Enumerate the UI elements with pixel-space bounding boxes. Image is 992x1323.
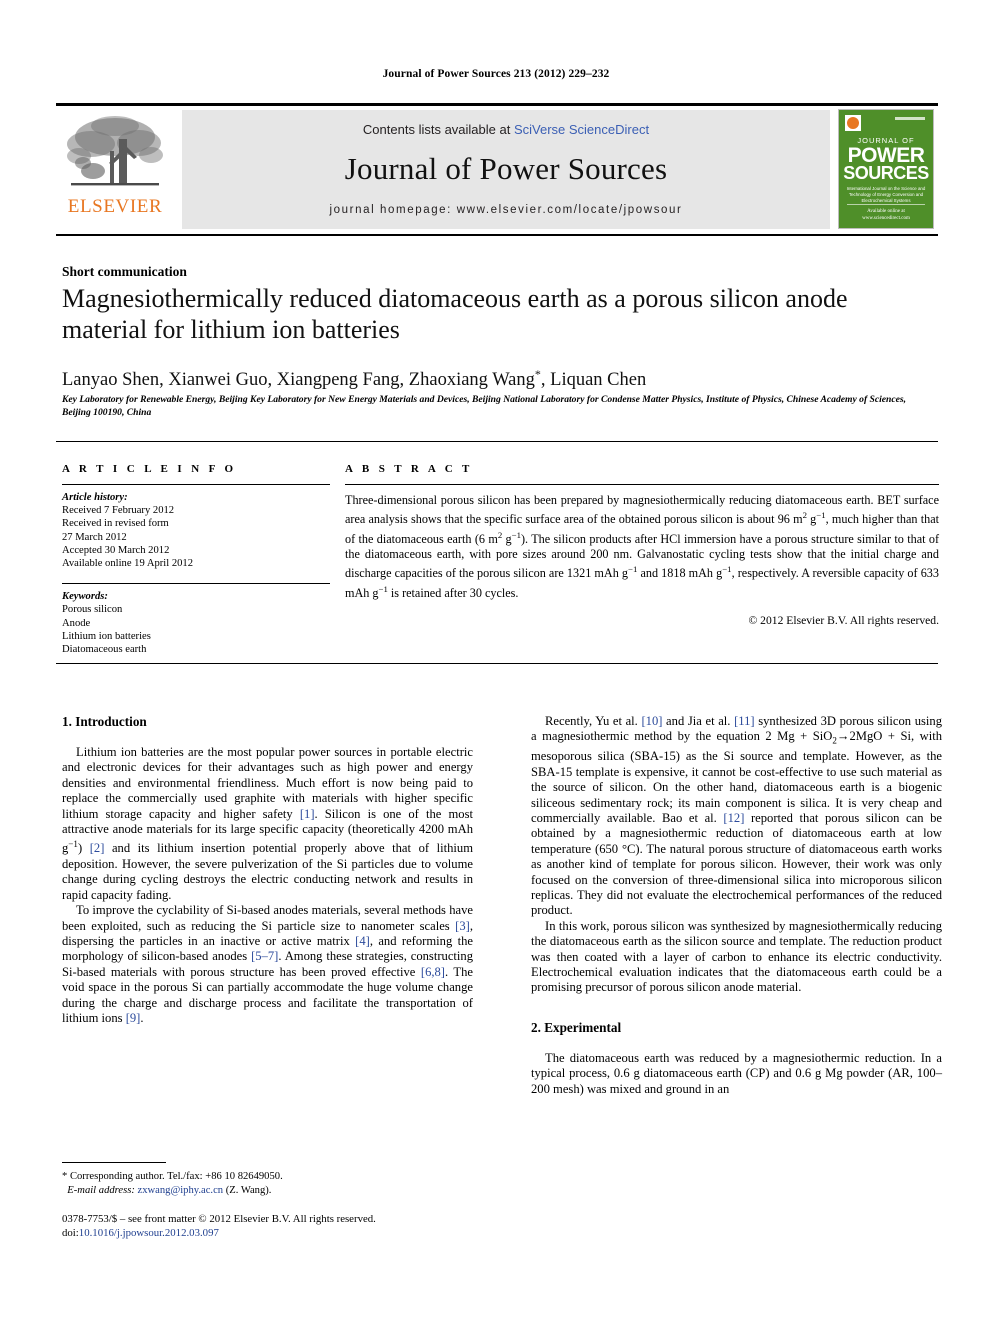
article-info-block: A R T I C L E I N F O Article history: R… <box>62 463 330 656</box>
keyword-item: Lithium ion batteries <box>62 630 151 642</box>
history-item: Received 7 February 2012 <box>62 505 175 517</box>
cover-word-sources: SOURCES <box>843 163 929 183</box>
keyword-item: Porous silicon <box>62 604 123 616</box>
journal-masthead: ELSEVIER Contents lists available at Sci… <box>56 103 938 235</box>
keywords-label: Keywords: <box>62 591 108 603</box>
article-info-rule <box>62 484 330 485</box>
cover-subtitle: International Journal on the Science and… <box>846 186 926 203</box>
article-category: Short communication <box>62 264 187 279</box>
body-column-right: Recently, Yu et al. [10] and Jia et al. … <box>531 714 942 1097</box>
author-names: Lanyao Shen, Xianwei Guo, Xiangpeng Fang… <box>62 370 535 391</box>
footnote-block: * Corresponding author. Tel./fax: +86 10… <box>62 1170 482 1198</box>
contents-prefix: Contents lists available at <box>362 122 514 137</box>
author-names-tail: , Liquan Chen <box>540 370 647 391</box>
article-history-label: Article history: <box>62 492 128 503</box>
journal-homepage-line[interactable]: journal homepage: www.elsevier.com/locat… <box>330 204 683 216</box>
journal-cover-image: JOURNAL OF POWER SOURCES International J… <box>838 109 934 229</box>
contents-available-line: Contents lists available at SciVerse Sci… <box>363 122 649 137</box>
section-heading-experimental: 2. Experimental <box>531 1019 622 1035</box>
doi-link[interactable]: 10.1016/j.jpowsour.2012.03.097 <box>79 1227 219 1239</box>
intro-paragraph-1: Lithium ion batteries are the most popul… <box>62 745 473 902</box>
intro-paragraph-4: In this work, porous silicon was synthes… <box>531 918 942 995</box>
keywords-block: Keywords: Porous silicon Anode Lithium i… <box>62 590 330 656</box>
email-label: E-mail address: <box>67 1185 135 1196</box>
abstract-heading: A B S T R A C T <box>345 463 473 475</box>
history-item: Received in revised form <box>62 518 169 530</box>
journal-title: Journal of Power Sources <box>344 151 668 186</box>
email-owner: (Z. Wang). <box>223 1185 272 1196</box>
doi-line: doi:10.1016/j.jpowsour.2012.03.097 <box>62 1226 522 1240</box>
abstract-copyright: © 2012 Elsevier B.V. All rights reserved… <box>748 614 939 628</box>
running-head: Journal of Power Sources 213 (2012) 229–… <box>382 68 610 80</box>
history-item: 27 March 2012 <box>62 531 127 543</box>
imprint-block: 0378-7753/$ – see front matter © 2012 El… <box>62 1212 522 1240</box>
intro-paragraph-3: Recently, Yu et al. [10] and Jia et al. … <box>531 714 942 918</box>
abstract-bottom-rule <box>56 663 938 664</box>
abstract-text: Three-dimensional porous silicon has bee… <box>345 493 939 600</box>
section-heading-introduction: 1. Introduction <box>62 714 147 729</box>
article-history: Article history: Received 7 February 201… <box>62 491 330 570</box>
email-note: E-mail address: zxwang@iphy.ac.cn (Z. Wa… <box>62 1184 482 1198</box>
author-list: Lanyao Shen, Xianwei Guo, Xiangpeng Fang… <box>62 367 922 391</box>
sciencedirect-link[interactable]: SciVerse ScienceDirect <box>514 122 649 137</box>
masthead-center: Contents lists available at SciVerse Sci… <box>182 110 830 229</box>
journal-cover-thumbnail: JOURNAL OF POWER SOURCES International J… <box>838 109 938 229</box>
keyword-item: Diatomaceous earth <box>62 644 147 656</box>
abstract-block: A B S T R A C T Three-dimensional porous… <box>345 463 939 627</box>
history-item: Available online 19 April 2012 <box>62 558 194 570</box>
issn-frontmatter-line: 0378-7753/$ – see front matter © 2012 El… <box>62 1213 376 1225</box>
keyword-item: Anode <box>62 617 91 629</box>
cover-footer: Available online at www.sciencedirect.co… <box>847 204 925 222</box>
page-title: Magnesiothermically reduced diatomaceous… <box>62 284 848 344</box>
elsevier-tree-icon <box>67 116 163 186</box>
article-info-heading: A R T I C L E I N F O <box>62 463 237 475</box>
intro-paragraph-2: To improve the cyclability of Si-based a… <box>62 903 473 1026</box>
publisher-logo: ELSEVIER <box>56 103 174 235</box>
doi-label: doi: <box>62 1227 79 1239</box>
corresponding-author-note: * Corresponding author. Tel./fax: +86 10… <box>62 1171 283 1182</box>
affiliation: Key Laboratory for Renewable Energy, Bei… <box>62 394 907 418</box>
abstract-rule <box>345 484 939 485</box>
keywords-rule <box>62 583 330 585</box>
history-item: Accepted 30 March 2012 <box>62 544 170 556</box>
cover-elsevier-mark-icon <box>845 115 861 131</box>
body-columns: 1. Introduction Lithium ion batteries ar… <box>62 714 942 1097</box>
experimental-paragraph-1: The diatomaceous earth was reduced by a … <box>531 1050 942 1096</box>
body-column-left: 1. Introduction Lithium ion batteries ar… <box>62 714 473 1097</box>
paper-page: Journal of Power Sources 213 (2012) 229–… <box>0 0 992 1323</box>
elsevier-wordmark: ELSEVIER <box>67 196 163 217</box>
email-link[interactable]: zxwang@iphy.ac.cn <box>138 1185 224 1196</box>
cover-issn-bar <box>895 117 925 120</box>
header-rule <box>56 441 938 442</box>
footnote-rule <box>62 1162 166 1163</box>
